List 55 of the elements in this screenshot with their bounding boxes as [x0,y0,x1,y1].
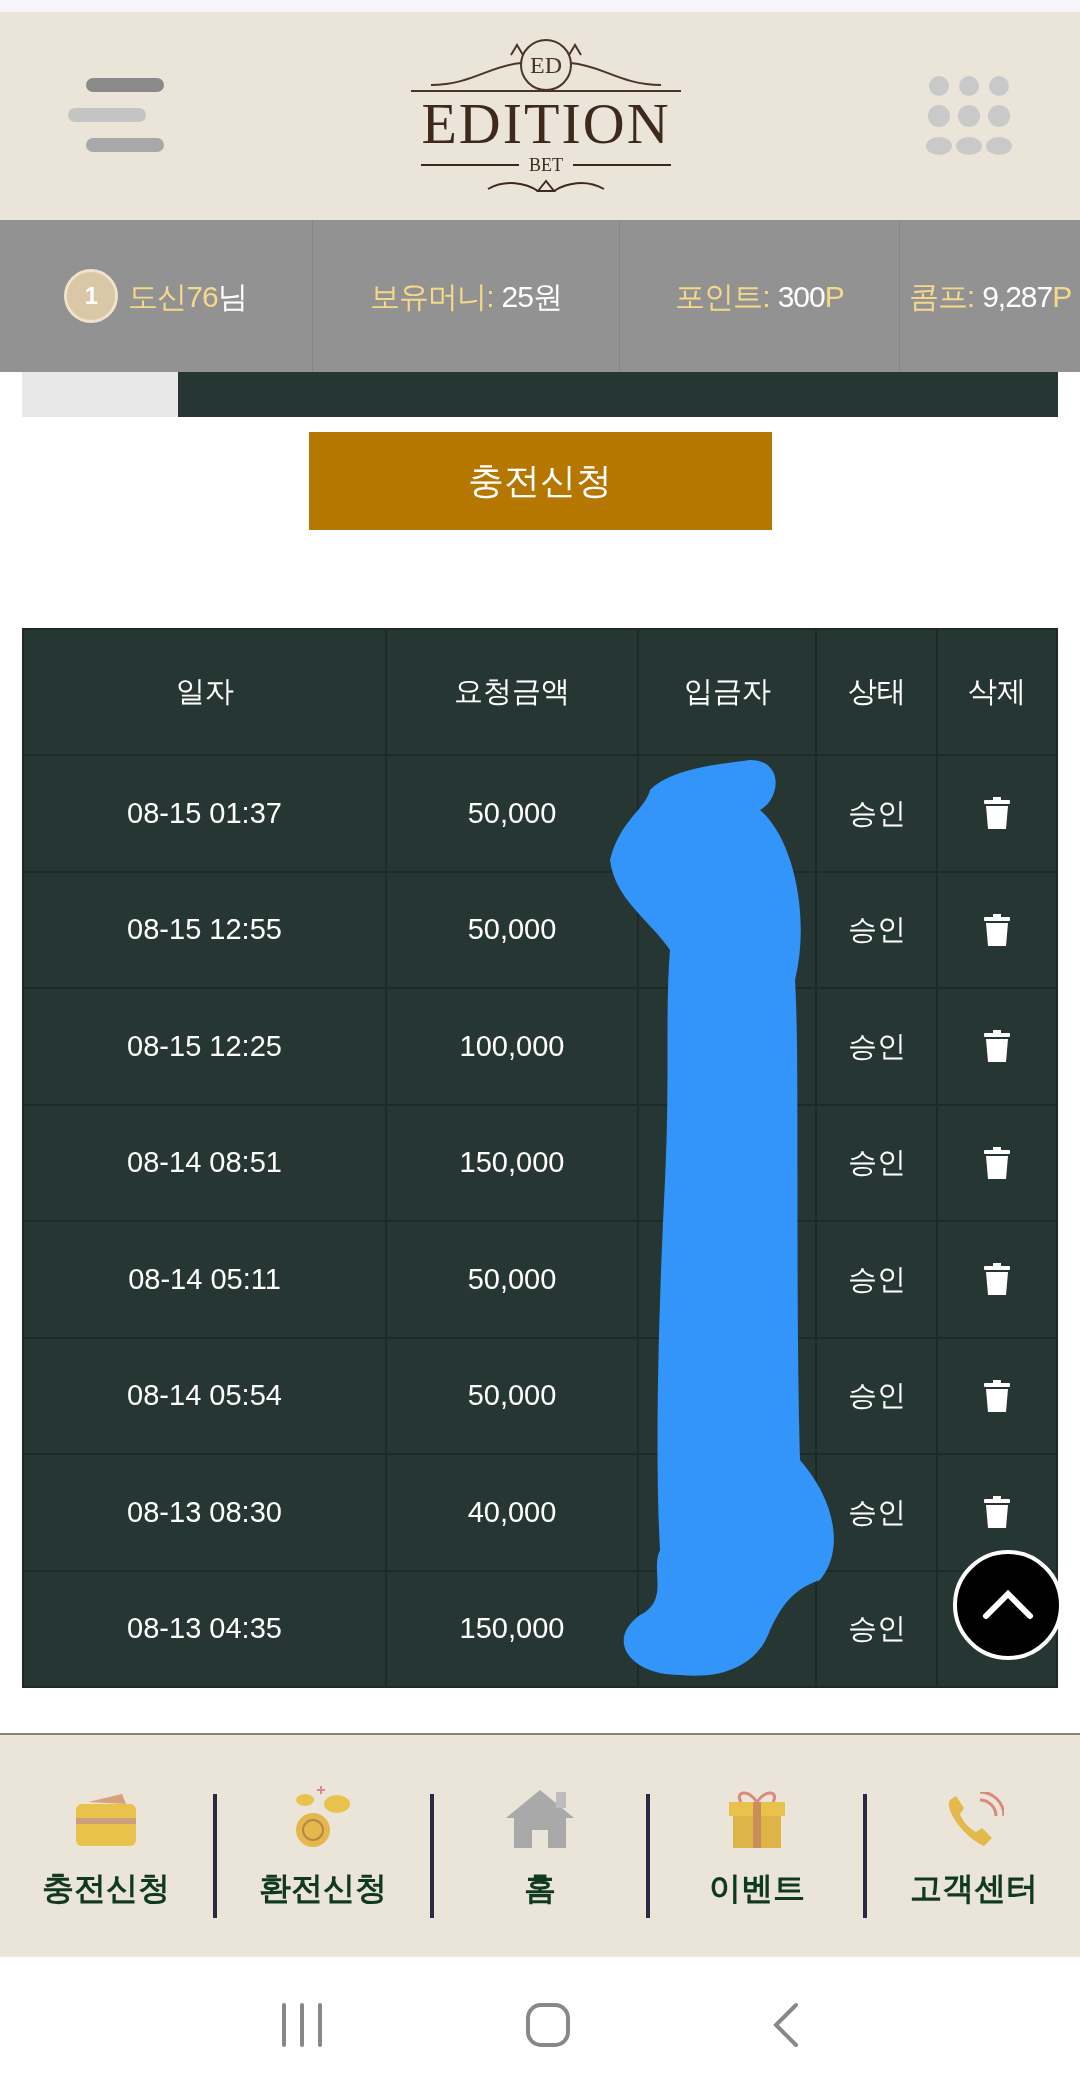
table-cell: 08-15 12:55 [24,872,387,987]
table-cell: 08-13 08:30 [24,1455,387,1570]
table-cell: 승인 [817,1338,938,1453]
delete-icon[interactable] [984,913,1010,946]
table-cell: 40,000 [387,1455,639,1570]
delete-icon[interactable] [984,1263,1010,1296]
nav-item[interactable]: 홈 [433,1780,647,1912]
delete-icon[interactable] [984,1496,1010,1529]
table-cell: 승인 [817,1105,938,1220]
nav-item[interactable]: 충전신청 [0,1780,213,1912]
table-cell: 승인 [817,756,938,871]
table-cell: 08-14 05:11 [24,1222,387,1337]
table-cell: 승인 [817,872,938,987]
column-header: 입금자 [639,630,817,754]
honorific: 님 [217,278,248,315]
balance-value: 25원 [501,278,562,315]
balance-label: 포인트: [675,278,770,315]
level-badge: 1 [64,269,119,323]
table-cell: 50,000 [387,1338,639,1453]
delete-icon[interactable] [984,797,1010,830]
table-cell: 승인 [817,989,938,1104]
home-icon [504,1788,576,1850]
column-header: 일자 [24,630,387,754]
gift-icon [726,1788,787,1850]
recent-apps-icon[interactable] [280,2003,325,2047]
nav-item[interactable]: 고객센터 [867,1780,1080,1912]
logo-title: EDITION [421,93,671,155]
balance-label: 보유머니: [370,278,494,315]
balance-value: 300P [777,278,844,315]
balance-value: 9,287P [982,278,1072,315]
table-cell: 08-15 01:37 [24,756,387,871]
nav-item[interactable]: 환전신청 [216,1780,430,1912]
table-cell: 08-13 04:35 [24,1571,387,1686]
table-cell: 승인 [817,1222,938,1337]
table-cell: 08-14 08:51 [24,1105,387,1220]
delete-icon[interactable] [984,1030,1010,1063]
table-cell: 100,000 [387,989,639,1104]
nav-item[interactable]: 이벤트 [650,1780,864,1912]
column-header: 상태 [817,630,938,754]
table-cell: 08-15 12:25 [24,989,387,1104]
back-icon[interactable] [771,2002,800,2048]
deposit-request-button[interactable]: 충전신청 [308,432,772,530]
home-button-icon[interactable] [525,2002,571,2048]
table-cell: 150,000 [387,1105,639,1220]
table-cell: 08-14 05:54 [24,1338,387,1453]
balance-label: 콤프: [908,278,975,315]
logo-monogram: ED [530,51,562,80]
column-header: 삭제 [967,674,1027,710]
chevron-up-icon [982,1590,1034,1620]
delete-icon[interactable] [984,1146,1010,1179]
table-cell: 50,000 [387,1222,639,1337]
nickname: 도신76 [128,278,218,315]
delete-icon[interactable] [984,1379,1010,1412]
column-header: 요청금액 [387,630,639,754]
logo-subtitle: BET [529,155,563,175]
